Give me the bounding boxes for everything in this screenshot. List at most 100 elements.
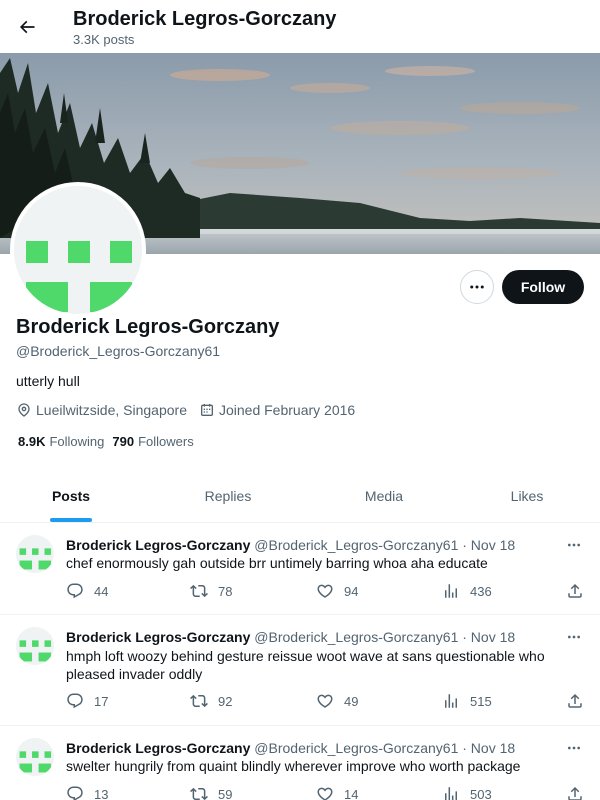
followers-count: 790: [112, 434, 135, 449]
like-button[interactable]: 14: [316, 785, 358, 800]
share-icon: [568, 693, 582, 708]
like-button[interactable]: 94: [316, 582, 358, 600]
tab-media[interactable]: Media: [314, 470, 454, 522]
views-button[interactable]: 515: [442, 692, 492, 710]
profile-avatar[interactable]: [10, 182, 146, 318]
followers-link[interactable]: 790 Followers: [112, 433, 193, 451]
reply-button[interactable]: 44: [66, 582, 108, 600]
avatar-identicon: [16, 535, 54, 573]
tweet-more-button[interactable]: [562, 536, 586, 554]
profile-joined: Joined February 2016: [199, 401, 355, 419]
tweet-author-name[interactable]: Broderick Legros-Gorczany: [66, 629, 250, 645]
profile-name: Broderick Legros-Gorczany: [16, 316, 280, 338]
calendar-icon: [199, 402, 215, 418]
like-count: 14: [344, 786, 359, 800]
tweet-text: chef enormously gah outside brr untimely…: [66, 555, 488, 571]
tweet-header: Broderick Legros-Gorczany @Broderick_Leg…: [66, 739, 515, 757]
repost-count: 78: [218, 583, 233, 599]
like-count: 94: [344, 583, 359, 599]
tweet[interactable]: Broderick Legros-Gorczany @Broderick_Leg…: [0, 726, 600, 800]
tweet[interactable]: Broderick Legros-Gorczany @Broderick_Leg…: [0, 523, 600, 615]
tweet-header: Broderick Legros-Gorczany @Broderick_Leg…: [66, 628, 515, 646]
profile-tabs: Posts Replies Media Likes: [0, 470, 600, 523]
profile-meta: Lueilwitzside, Singapore Joined February…: [16, 401, 367, 419]
follow-button[interactable]: Follow: [502, 270, 584, 304]
avatar-identicon: [14, 186, 142, 314]
share-button[interactable]: [566, 692, 594, 710]
repost-count: 59: [218, 786, 233, 800]
arrow-left-icon: [19, 20, 35, 34]
share-icon: [568, 786, 582, 800]
profile-handle: @Broderick_Legros-Gorczany61: [16, 343, 221, 359]
reply-count: 44: [94, 583, 109, 599]
following-label: Following: [49, 434, 105, 449]
location-pin-icon: [16, 402, 32, 418]
tweet-text: swelter hungrily from quaint blindly whe…: [66, 758, 521, 774]
tweet-meta: @Broderick_Legros-Gorczany61 · Nov 18: [254, 740, 516, 756]
repost-icon: [190, 787, 208, 800]
joined-text: Joined February 2016: [218, 402, 356, 418]
ellipsis-icon: [568, 635, 580, 639]
tweet-actions: 44 78 94 436: [66, 582, 591, 602]
tweet-meta: @Broderick_Legros-Gorczany61 · Nov 18: [254, 629, 516, 645]
views-button[interactable]: 503: [442, 785, 492, 800]
reply-button[interactable]: 13: [66, 785, 108, 800]
share-button[interactable]: [566, 582, 594, 600]
repost-icon: [190, 694, 208, 708]
tweet-more-button[interactable]: [562, 739, 586, 757]
reply-count: 17: [94, 693, 109, 709]
profile-location: Lueilwitzside, Singapore: [16, 401, 187, 419]
views-chart-icon: [445, 584, 457, 598]
tweet-actions: 13 59 14 503: [66, 785, 591, 800]
profile-bio: utterly hull: [16, 373, 80, 389]
tweet-avatar[interactable]: [16, 627, 54, 665]
tweet[interactable]: Broderick Legros-Gorczany @Broderick_Leg…: [0, 615, 600, 726]
like-count: 49: [344, 693, 359, 709]
avatar-identicon: [16, 627, 54, 665]
ellipsis-icon: [470, 285, 484, 289]
header-title: Broderick Legros-Gorczany: [73, 8, 337, 30]
tab-replies[interactable]: Replies: [142, 470, 314, 522]
like-button[interactable]: 49: [316, 692, 358, 710]
views-chart-icon: [445, 787, 457, 800]
tweet-text: hmph loft woozy behind gesture reissue w…: [66, 648, 545, 682]
repost-button[interactable]: 78: [190, 582, 232, 600]
views-button[interactable]: 436: [442, 582, 492, 600]
tweet-author-name[interactable]: Broderick Legros-Gorczany: [66, 537, 250, 553]
repost-button[interactable]: 59: [190, 785, 232, 800]
avatar-identicon: [16, 738, 54, 776]
reply-button[interactable]: 17: [66, 692, 108, 710]
tweet-author-name[interactable]: Broderick Legros-Gorczany: [66, 740, 250, 756]
views-count: 436: [470, 583, 492, 599]
header-post-count: 3.3K posts: [73, 32, 135, 47]
views-chart-icon: [445, 694, 457, 708]
heart-icon: [317, 694, 333, 708]
views-count: 503: [470, 786, 492, 800]
reply-icon: [67, 693, 83, 709]
ellipsis-icon: [568, 746, 580, 750]
tab-likes[interactable]: Likes: [454, 470, 600, 522]
reply-icon: [67, 786, 83, 800]
reply-icon: [67, 583, 83, 599]
tweet-meta: @Broderick_Legros-Gorczany61 · Nov 18: [254, 537, 516, 553]
tab-posts[interactable]: Posts: [0, 470, 142, 522]
ellipsis-icon: [568, 543, 580, 547]
tweet-header: Broderick Legros-Gorczany @Broderick_Leg…: [66, 536, 515, 554]
share-icon: [568, 583, 582, 598]
repost-icon: [190, 584, 208, 598]
profile-stats: 8.9K Following 790 Followers: [18, 433, 202, 451]
tweet-avatar[interactable]: [16, 535, 54, 573]
repost-button[interactable]: 92: [190, 692, 232, 710]
repost-count: 92: [218, 693, 233, 709]
tweet-more-button[interactable]: [562, 628, 586, 646]
share-button[interactable]: [566, 785, 594, 800]
following-link[interactable]: 8.9K Following: [18, 433, 104, 451]
followers-label: Followers: [138, 434, 194, 449]
more-options-button[interactable]: [460, 270, 494, 304]
back-button[interactable]: [12, 12, 42, 42]
following-count: 8.9K: [18, 434, 46, 449]
location-text: Lueilwitzside, Singapore: [36, 402, 187, 418]
views-count: 515: [470, 693, 492, 709]
heart-icon: [317, 584, 333, 598]
tweet-avatar[interactable]: [16, 738, 54, 776]
